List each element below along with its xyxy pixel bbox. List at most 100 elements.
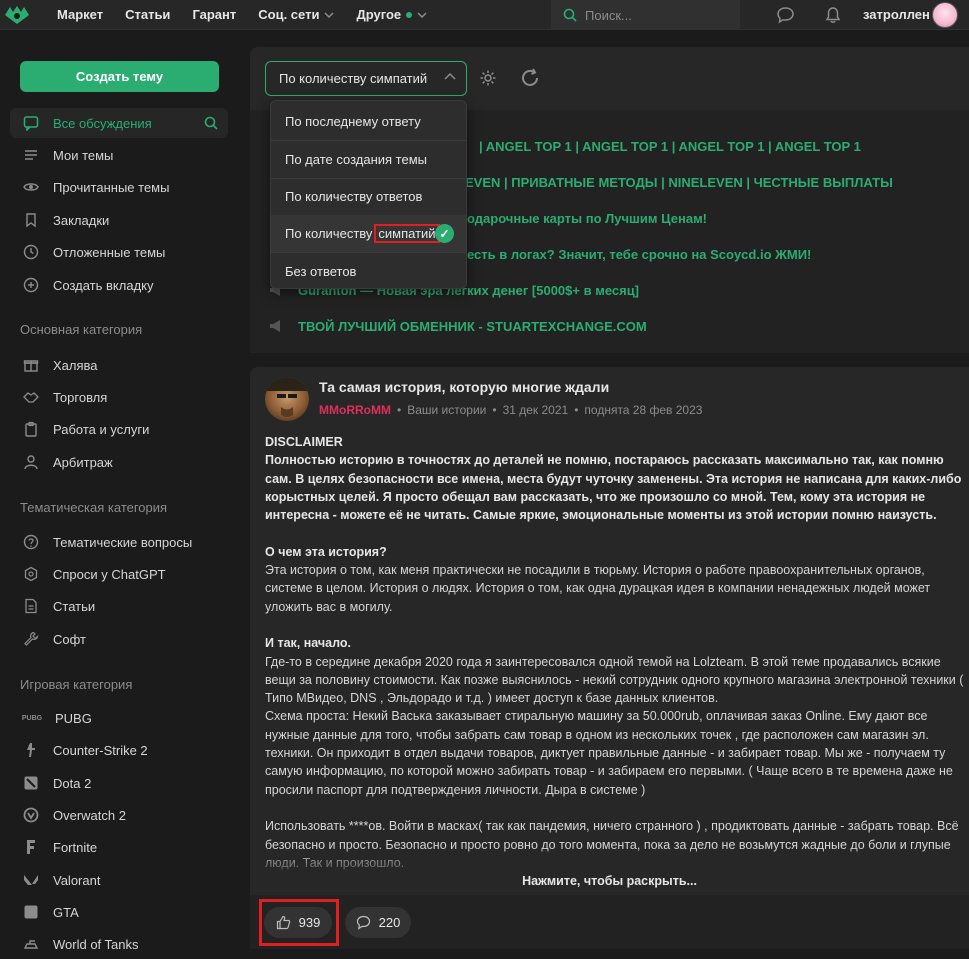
sidebar-item-topic-questions[interactable]: Тематические вопросы <box>10 527 228 557</box>
sidebar-item-work[interactable]: Работа и услуги <box>10 414 228 444</box>
sidebar-item-my-threads[interactable]: Мои темы <box>10 140 228 170</box>
fortnite-icon <box>27 840 35 854</box>
sidebar-item-label: Все обсуждения <box>53 115 152 131</box>
sidebar-item-gta[interactable]: GTA <box>10 897 228 927</box>
username[interactable]: затроллен <box>863 7 930 22</box>
site-logo[interactable] <box>0 0 34 30</box>
sidebar-item-label: Софт <box>53 631 86 647</box>
section-heading: Игровая категория <box>20 677 133 692</box>
sidebar-item-label: Создать вкладку <box>53 277 154 293</box>
search-input[interactable]: Поиск... <box>551 0 740 30</box>
author-name[interactable]: MMoRRoMM <box>319 403 391 417</box>
nav-social[interactable]: Соц. сети <box>247 0 345 30</box>
user-avatar[interactable] <box>932 2 958 28</box>
create-thread-button[interactable]: Создать тему <box>20 61 219 92</box>
world-of-tanks-icon <box>23 940 39 949</box>
expand-button[interactable]: Нажмите, чтобы раскрыть... <box>250 874 969 888</box>
sort-option-likes[interactable]: По количеству симпатий ✓ <box>271 215 466 252</box>
ad-link[interactable]: одарочные карты по Лучшим Ценам! <box>467 208 707 228</box>
list-icon <box>25 150 37 160</box>
plus-circle-icon <box>23 277 39 293</box>
wrench-icon <box>24 631 39 646</box>
clock-icon <box>23 244 39 260</box>
start-heading: И так, начало. <box>265 636 352 651</box>
comment-icon <box>356 915 370 930</box>
sidebar-item-valorant[interactable]: Valorant <box>10 865 228 895</box>
messages-icon[interactable] <box>776 6 795 24</box>
sidebar-item-deferred[interactable]: Отложенные темы <box>10 237 228 267</box>
user-icon <box>24 455 38 470</box>
section-heading: Тематическая категория <box>20 500 168 515</box>
scheme-text: Схема проста: Некий Васька заказывает ст… <box>265 709 953 797</box>
sort-select[interactable]: По количеству симпатий <box>265 61 467 96</box>
highlight-box <box>259 899 339 946</box>
disclaimer-text: Полностью историю в точностях до деталей… <box>265 453 962 523</box>
gta-icon <box>24 905 38 919</box>
overwatch-icon <box>23 807 39 823</box>
sidebar-item-chatgpt[interactable]: Спроси у ChatGPT <box>10 559 228 589</box>
sidebar-item-articles[interactable]: Статьи <box>10 591 228 621</box>
sidebar-item-all-discussions[interactable]: Все обсуждения <box>10 108 228 138</box>
thread-title[interactable]: Та самая история, которую многие ждали <box>319 379 609 395</box>
sidebar-item-label: Спроси у ChatGPT <box>53 566 166 582</box>
sort-option-created[interactable]: По дате создания темы <box>271 141 466 178</box>
sidebar-item-create-tab[interactable]: Создать вкладку <box>10 270 228 300</box>
ad-link[interactable]: | ANGEL TOP 1 | ANGEL TOP 1 | ANGEL TOP … <box>479 136 861 156</box>
sidebar-item-software[interactable]: Софт <box>10 624 228 654</box>
pubg-icon: PUBG <box>21 714 43 722</box>
sidebar-item-bookmarks[interactable]: Закладки <box>10 205 228 235</box>
bell-icon[interactable] <box>824 6 842 24</box>
start-text: Где-то в середине декабря 2020 года я за… <box>265 654 964 706</box>
ad-link[interactable]: EVEN | ПРИВАТНЫЕ МЕТОДЫ | NINELEVEN | ЧЕ… <box>465 172 893 192</box>
thread-card: Та самая история, которую многие ждали M… <box>250 367 969 949</box>
eye-icon <box>23 183 39 191</box>
comments-button[interactable]: 220 <box>345 907 411 938</box>
sidebar-item-label: Fortnite <box>53 839 98 855</box>
sidebar-item-label: Мои темы <box>53 147 114 163</box>
question-icon <box>23 534 39 550</box>
sort-option-replies[interactable]: По количеству ответов <box>271 178 466 215</box>
thread-meta: MMoRRoMM • Ваши истории • 31 дек 2021 • … <box>319 403 703 417</box>
comments-count: 220 <box>378 915 401 930</box>
sidebar-item-label: Counter-Strike 2 <box>53 742 148 758</box>
sidebar-item-overwatch[interactable]: Overwatch 2 <box>10 800 228 830</box>
gear-icon[interactable] <box>479 69 497 87</box>
option-label: По количеству <box>285 226 373 241</box>
thread-body: DISCLAIMER Полностью историю в точностях … <box>265 433 965 890</box>
sidebar-item-pubg[interactable]: PUBG PUBG <box>10 703 228 733</box>
ad-link[interactable]: ТВОЙ ЛУЧШИЙ ОБМЕННИК - STUARTEXCHANGE.CO… <box>268 316 647 336</box>
sidebar-item-arbitrage[interactable]: Арбитраж <box>10 447 228 477</box>
sidebar-item-label: Арбитраж <box>53 454 113 470</box>
chatgpt-icon <box>24 566 38 582</box>
sidebar-item-label: Отложенные темы <box>53 244 166 260</box>
sidebar-item-wot[interactable]: World of Tanks <box>10 929 228 959</box>
ad-link[interactable]: есть в логах? Значит, тебе срочно на Sco… <box>467 244 811 264</box>
nav-articles[interactable]: Статьи <box>114 0 181 30</box>
online-dot <box>406 11 413 18</box>
sidebar-item-fortnite[interactable]: Fortnite <box>10 832 228 862</box>
sidebar-item-cs2[interactable]: Counter-Strike 2 <box>10 735 228 765</box>
chevron-up-icon <box>444 72 456 80</box>
nav-guarant[interactable]: Гарант <box>181 0 247 30</box>
sidebar-item-label: Работа и услуги <box>53 421 150 437</box>
sort-option-last-reply[interactable]: По последнему ответу <box>271 103 466 140</box>
author-avatar[interactable] <box>265 377 309 421</box>
sidebar-item-dota2[interactable]: Dota 2 <box>10 768 228 798</box>
thread-section[interactable]: Ваши истории <box>407 403 486 417</box>
sidebar-item-read-threads[interactable]: Прочитанные темы <box>10 172 228 202</box>
sidebar-item-freebies[interactable]: Халява <box>10 350 228 380</box>
dota-icon <box>24 776 38 790</box>
sidebar-item-label: Халява <box>53 357 98 373</box>
nav-other[interactable]: Другое <box>345 0 438 30</box>
sidebar-item-label: Dota 2 <box>53 775 92 791</box>
nav-market[interactable]: Маркет <box>46 0 114 30</box>
about-text: Эта история о том, как меня практически … <box>265 563 931 614</box>
refresh-icon[interactable] <box>519 67 541 89</box>
sort-option-no-replies[interactable]: Без ответов <box>271 253 466 290</box>
disclaimer-heading: DISCLAIMER <box>265 435 343 449</box>
sidebar-item-label: Прочитанные темы <box>53 179 170 195</box>
sidebar-item-label: Закладки <box>53 212 110 228</box>
search-placeholder: Поиск... <box>585 7 632 23</box>
search-icon[interactable] <box>204 116 218 130</box>
sidebar-item-trade[interactable]: Торговля <box>10 382 228 412</box>
